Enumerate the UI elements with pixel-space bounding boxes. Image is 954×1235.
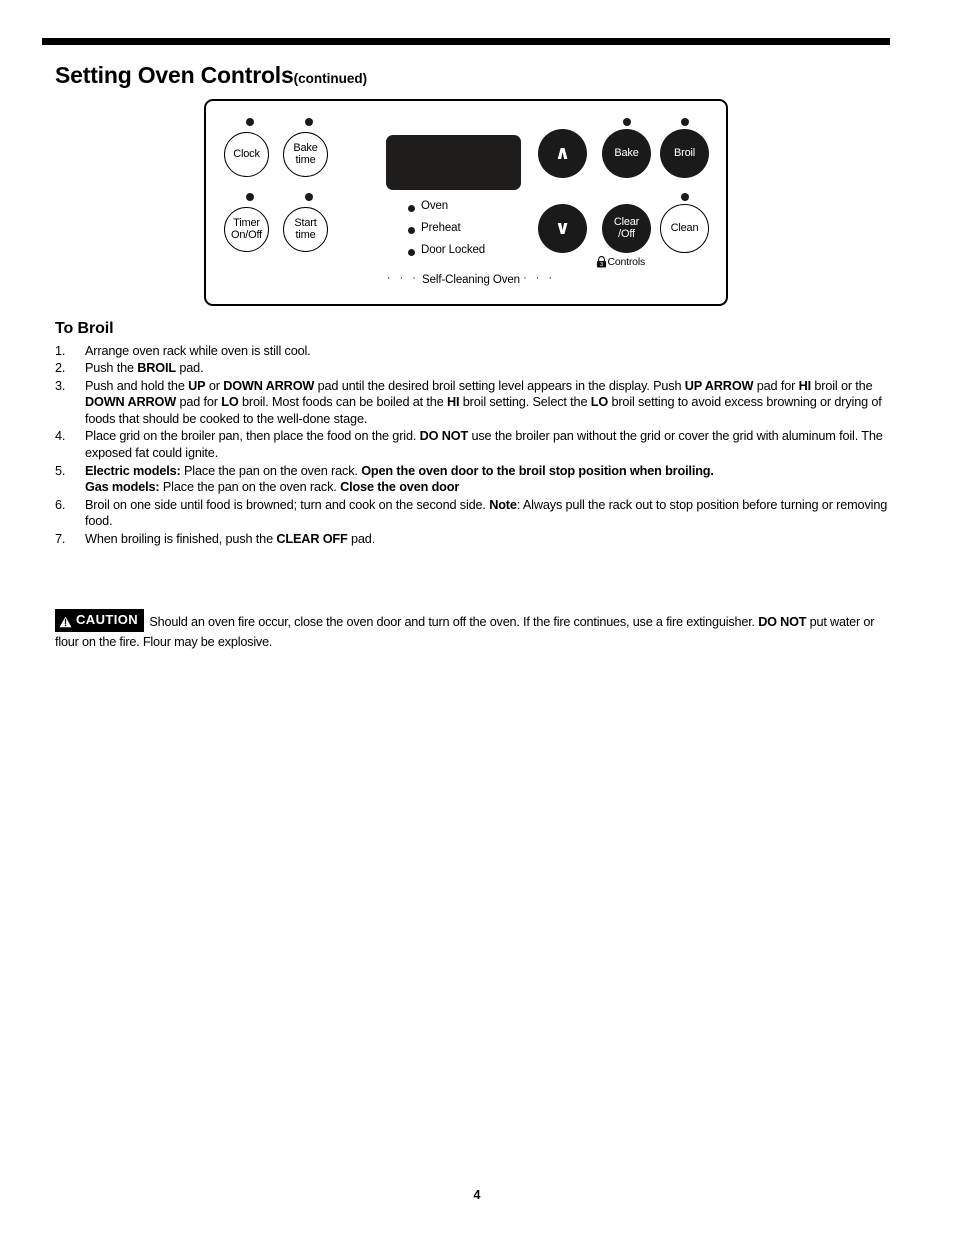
button-bake-time[interactable]: Bake time bbox=[283, 132, 328, 177]
list-item-number: 2. bbox=[55, 361, 66, 376]
list-item: 4. Place grid on the broiler pan, then pl… bbox=[55, 428, 890, 462]
controls-lock-caption: 3 Controls bbox=[596, 255, 646, 268]
chevron-down-icon: ∨ bbox=[554, 217, 571, 239]
list-item: 5. Electric models: Place the pan on the … bbox=[55, 463, 890, 497]
button-bake-time-label-1: Bake bbox=[293, 142, 318, 155]
chevron-up-icon: ∧ bbox=[554, 142, 571, 164]
indicator-label-preheat: Preheat bbox=[421, 222, 461, 234]
list-item-text: Broil on one side until food is browned;… bbox=[85, 497, 888, 529]
button-bake-label: Bake bbox=[614, 146, 639, 159]
button-clear-off[interactable]: Clear /Off bbox=[602, 204, 651, 253]
caution-badge-label: CAUTION bbox=[76, 612, 139, 627]
button-bake[interactable]: Bake bbox=[602, 129, 651, 178]
button-timer-on-off[interactable]: Timer On/Off bbox=[224, 207, 269, 252]
section-title-to-broil: To Broil bbox=[55, 320, 114, 337]
self-cleaning-oven-label: Self-Cleaning Oven bbox=[422, 274, 520, 286]
led-start-time bbox=[305, 193, 313, 201]
self-cleaning-oven-caption: · · · Self-Cleaning Oven · · · bbox=[361, 272, 581, 286]
lock-icon: 3 bbox=[596, 255, 607, 268]
button-up-arrow[interactable]: ∧ bbox=[538, 129, 587, 178]
list-item-text: When broiling is finished, push the CLEA… bbox=[85, 531, 376, 546]
list-item-number: 7. bbox=[55, 531, 66, 546]
caption-dots-left: · · · bbox=[386, 272, 419, 284]
list-item: 6. Broil on one side until food is browne… bbox=[55, 497, 890, 531]
oven-display-screen bbox=[386, 135, 521, 190]
caption-dots-right: · · · bbox=[523, 272, 556, 284]
led-clock bbox=[246, 118, 254, 126]
button-clean[interactable]: Clean bbox=[660, 204, 709, 253]
indicator-dot-oven bbox=[408, 205, 415, 212]
list-item: 7. When broiling is finished, push the CL… bbox=[55, 531, 890, 548]
page-title-text: Setting Oven Controls bbox=[55, 62, 294, 88]
document-page: Setting Oven Controls(continued) Clock B… bbox=[0, 0, 954, 1235]
list-item-text: Push and hold the UP or DOWN ARROW pad u… bbox=[85, 378, 882, 427]
footer-page-number: 4 bbox=[473, 1188, 481, 1202]
status-badge-caution: CAUTION bbox=[55, 609, 145, 632]
button-broil-label: Broil bbox=[673, 146, 695, 159]
led-bake-time bbox=[305, 118, 313, 126]
button-down-arrow[interactable]: ∨ bbox=[538, 204, 587, 253]
caution-text: Should an oven fire occur, close the ove… bbox=[55, 615, 875, 649]
button-start-time[interactable]: Start time bbox=[283, 207, 328, 252]
oven-control-panel-diagram: Clock Bake time Timer On/Off Start time bbox=[204, 99, 728, 306]
led-broil bbox=[681, 118, 689, 126]
button-broil[interactable]: Broil bbox=[660, 129, 709, 178]
warning-triangle-icon bbox=[59, 614, 72, 628]
broil-steps-list: 1. Arrange oven rack while oven is still … bbox=[55, 343, 890, 548]
indicator-dot-preheat bbox=[408, 227, 415, 234]
button-start-time-label-1: Start bbox=[294, 217, 317, 230]
svg-text:3: 3 bbox=[600, 262, 603, 268]
list-item-text: Push the BROIL pad. bbox=[85, 361, 204, 376]
led-bake bbox=[623, 118, 631, 126]
list-item-number: 6. bbox=[55, 497, 66, 512]
indicator-label-door-locked: Door Locked bbox=[421, 244, 486, 256]
list-item-number: 3. bbox=[55, 378, 66, 393]
list-item: 3. Push and hold the UP or DOWN ARROW pad… bbox=[55, 378, 890, 428]
header-rule bbox=[42, 38, 890, 45]
indicator-dot-door-locked bbox=[408, 249, 415, 256]
list-item-text: Electric models: Place the pan on the ov… bbox=[85, 463, 714, 495]
indicator-label-oven: Oven bbox=[421, 200, 449, 212]
button-clock-label: Clock bbox=[233, 147, 260, 160]
button-clear-off-label-2: /Off bbox=[618, 227, 635, 240]
list-item-text: Arrange oven rack while oven is still co… bbox=[85, 344, 311, 358]
list-item-number: 1. bbox=[55, 344, 66, 358]
list-item-number: 4. bbox=[55, 429, 66, 444]
button-start-time-label-2: time bbox=[295, 228, 316, 241]
list-item: 1. Arrange oven rack while oven is still … bbox=[55, 343, 890, 360]
button-clean-label: Clean bbox=[670, 221, 699, 234]
list-item: 2. Push the BROIL pad. bbox=[55, 360, 890, 377]
led-clean bbox=[681, 193, 689, 201]
button-timer-label-1: Timer bbox=[233, 217, 260, 230]
list-item-text: Place grid on the broiler pan, then plac… bbox=[85, 429, 883, 461]
page-title: Setting Oven Controls(continued) bbox=[55, 62, 367, 89]
caution-block: CAUTION Should an oven fire occur, close… bbox=[55, 609, 891, 652]
led-timer-on-off bbox=[246, 193, 254, 201]
button-clock[interactable]: Clock bbox=[224, 132, 269, 177]
button-bake-time-label-2: time bbox=[295, 153, 316, 166]
controls-lock-label: Controls bbox=[607, 256, 646, 268]
button-timer-label-2: On/Off bbox=[231, 228, 262, 241]
button-clear-off-label-1: Clear bbox=[613, 216, 640, 229]
list-item-number: 5. bbox=[55, 463, 66, 478]
page-title-continued: (continued) bbox=[293, 71, 368, 86]
